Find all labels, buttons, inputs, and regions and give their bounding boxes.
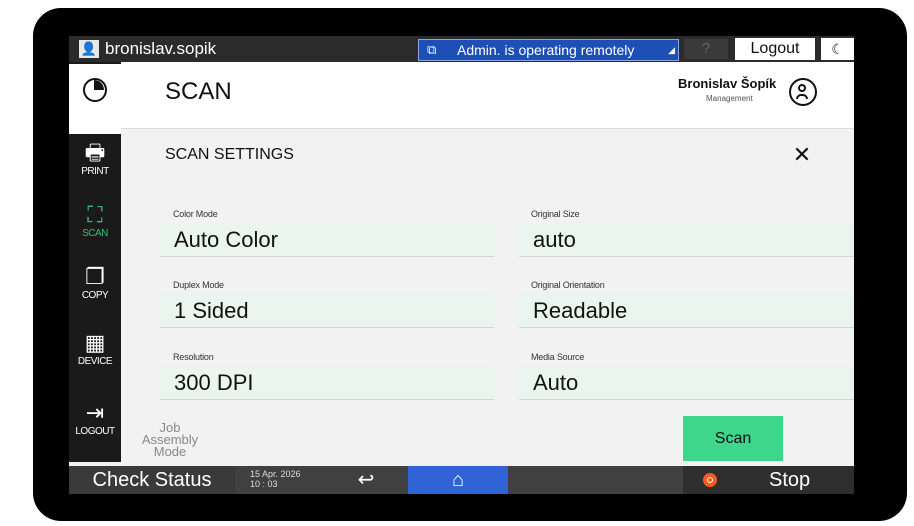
original-orientation-field[interactable]: Readable [519, 294, 854, 328]
date-time: 15 Apr. 2026 10 : 03 [250, 469, 301, 489]
sidebar-item-label: PRINT [81, 166, 109, 177]
app-home-tile[interactable] [69, 64, 121, 134]
copy-icon: ❐ [85, 264, 105, 289]
original-size-label: Original Size [531, 209, 580, 219]
media-source-label: Media Source [531, 352, 585, 362]
page-title: SCAN [165, 78, 232, 105]
logout-button[interactable]: Logout [735, 38, 815, 60]
date-text: 15 Apr. 2026 [250, 469, 301, 479]
stop-button[interactable]: Stop [683, 466, 854, 494]
top-status-bar: 👤 bronislav.sopik ⧉ Admin. is operating … [69, 36, 854, 62]
media-source-field[interactable]: Auto [519, 366, 854, 400]
resolution-label: Resolution [173, 352, 214, 362]
device-icon: ▦ [84, 330, 106, 355]
sidebar-item-device[interactable]: ▦ DEVICE [69, 326, 121, 386]
stop-label: Stop [769, 469, 811, 491]
resolution-field[interactable]: 300 DPI [160, 366, 494, 400]
original-orientation-label: Original Orientation [531, 280, 605, 290]
sidebar-item-logout[interactable]: ⇥ LOGOUT [69, 396, 121, 456]
remote-status-text: Admin. is operating remotely [457, 42, 635, 58]
sidebar-item-scan[interactable]: ⛶ SCAN [69, 198, 121, 258]
help-button[interactable]: ? [684, 39, 728, 59]
back-arrow-icon[interactable]: ↩ [331, 466, 401, 494]
user-avatar-icon[interactable] [789, 78, 817, 106]
page-header: SCAN Bronislav Šopík Management [121, 62, 854, 129]
original-size-field[interactable]: auto [519, 223, 854, 257]
user-icon[interactable]: 👤 [79, 40, 99, 58]
settings-title: SCAN SETTINGS [165, 146, 294, 163]
scan-button[interactable]: Scan [683, 416, 783, 461]
color-mode-label: Color Mode [173, 209, 218, 219]
remote-operation-indicator[interactable]: ⧉ Admin. is operating remotely ◢ [418, 39, 679, 61]
user-display-name: Bronislav Šopík [678, 76, 777, 91]
duplex-mode-label: Duplex Mode [173, 280, 224, 290]
job-assembly-mode-toggle[interactable]: Job Assembly Mode [132, 420, 208, 459]
pie-clock-icon [83, 78, 107, 102]
left-nav-sidebar: 🖶 PRINT ⛶ SCAN ❐ COPY ▦ DEVICE ⇥ LOGOUT [69, 62, 121, 462]
sidebar-item-label: DEVICE [77, 356, 113, 367]
sidebar-item-label: SCAN [82, 228, 108, 239]
remote-screen-icon: ⧉ [427, 42, 437, 57]
job-assembly-mode-label: Mode [153, 444, 187, 459]
user-name: bronislav.sopik [105, 39, 217, 58]
panel-screen: 👤 bronislav.sopik ⧉ Admin. is operating … [69, 36, 854, 494]
time-text: 10 : 03 [250, 479, 278, 489]
sidebar-item-copy[interactable]: ❐ COPY [69, 260, 121, 320]
sidebar-item-label: COPY [81, 290, 109, 301]
duplex-mode-field[interactable]: 1 Sided [160, 294, 494, 328]
check-status-button[interactable]: Check Status [69, 466, 235, 494]
sidebar-item-label: LOGOUT [75, 426, 115, 437]
user-department: Management [706, 94, 753, 103]
color-mode-field[interactable]: Auto Color [160, 223, 494, 257]
home-icon[interactable]: ⌂ [408, 466, 508, 494]
corner-indicator-icon: ◢ [668, 45, 675, 55]
scan-icon: ⛶ [87, 202, 103, 227]
logout-icon: ⇥ [85, 400, 105, 425]
night-mode-icon[interactable]: ☾ [821, 38, 854, 60]
sidebar-item-print[interactable]: 🖶 PRINT [69, 136, 121, 196]
close-icon[interactable]: ✕ [787, 140, 817, 170]
printer-icon: 🖶 [84, 140, 106, 165]
bottom-bar: Check Status 15 Apr. 2026 10 : 03 ↩ ⌂ St… [69, 466, 854, 494]
job-assembly-label: Job Assembly [141, 420, 199, 447]
stop-icon [703, 473, 717, 487]
